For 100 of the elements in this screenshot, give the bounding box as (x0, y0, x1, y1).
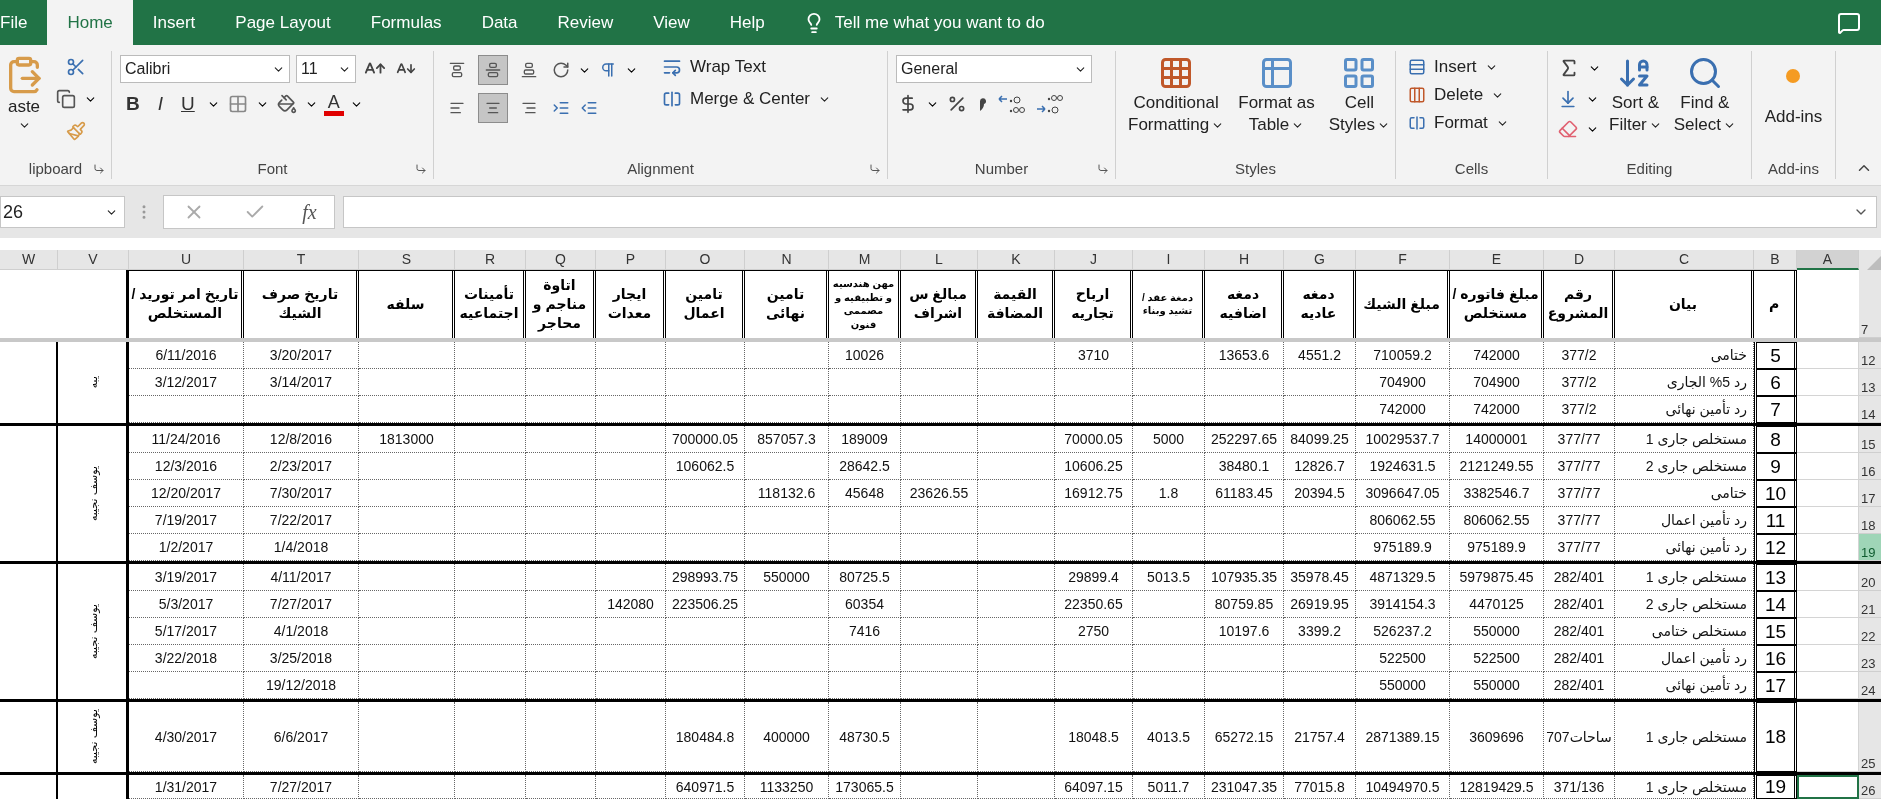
horizontal-align-button[interactable] (478, 93, 508, 123)
empty-cell (596, 645, 666, 672)
column-header[interactable]: I (1133, 250, 1205, 270)
ribbon-tab[interactable]: Review (537, 0, 634, 45)
formula-input[interactable] (343, 196, 1877, 228)
column-header[interactable]: W (0, 250, 58, 270)
column-header[interactable]: L (901, 250, 978, 270)
dialog-launcher-icon[interactable] (1097, 163, 1109, 175)
insert-button[interactable]: Insert (1404, 55, 1513, 79)
row-index-cell: 12 (1754, 534, 1797, 561)
row-number[interactable]: 20 (1859, 564, 1881, 591)
table-cell: 5/3/2017 (129, 591, 244, 618)
column-header[interactable]: S (359, 250, 455, 270)
row-number[interactable]: 21 (1859, 591, 1881, 618)
ribbon-tab[interactable]: File (0, 0, 48, 45)
column-header[interactable]: K (978, 250, 1055, 270)
row-number[interactable]: 26 (1859, 775, 1881, 799)
column-header[interactable]: Q (526, 250, 596, 270)
row-number[interactable]: 23 (1859, 645, 1881, 672)
empty-cell (455, 507, 526, 534)
column-header[interactable]: D (1544, 250, 1615, 270)
column-header[interactable]: H (1205, 250, 1284, 270)
font-color-button[interactable]: A (323, 92, 344, 116)
column-header[interactable]: R (455, 250, 526, 270)
dialog-launcher-icon[interactable] (415, 163, 427, 175)
column-header[interactable]: T (244, 250, 359, 270)
table-cell: 118132.6 (745, 480, 829, 507)
row-number[interactable]: 14 (1859, 396, 1881, 423)
dialog-launcher-icon[interactable] (869, 163, 881, 175)
wrap-text-button[interactable]: Wrap Text (658, 55, 835, 79)
column-header[interactable]: V (58, 250, 129, 270)
delete-button[interactable]: Delete (1404, 83, 1513, 107)
vertical-align-button[interactable] (478, 55, 508, 85)
ribbon-tab[interactable]: View (633, 0, 710, 45)
ribbon-tab[interactable]: Home (47, 0, 133, 45)
table-cell: 806062.55 (1450, 507, 1544, 534)
active-cell[interactable] (1797, 775, 1859, 799)
name-box[interactable]: 26 (0, 196, 125, 228)
row-number[interactable]: 7 (1859, 269, 1881, 338)
column-header[interactable]: P (596, 250, 666, 270)
find-select-button[interactable]: Find & Select (1669, 55, 1741, 136)
table-cell: 377/77 (1544, 480, 1615, 507)
row-number[interactable]: 17 (1859, 480, 1881, 507)
insert-function-button[interactable]: fx (302, 200, 317, 224)
ribbon-tab[interactable]: Formulas (350, 0, 462, 45)
row-number[interactable]: 24 (1859, 672, 1881, 699)
column-header[interactable]: M (829, 250, 901, 270)
row-number[interactable]: 19 (1859, 534, 1881, 561)
table-cell: مستخلص جارى 1 (1615, 426, 1754, 453)
cell-styles-button[interactable]: Cell Styles (1324, 55, 1395, 136)
ribbon-tab[interactable]: Data (461, 0, 538, 45)
format-button[interactable]: Format (1404, 111, 1513, 135)
conditional-formatting-button[interactable]: Conditional Formatting (1124, 55, 1229, 136)
tell-me-search[interactable]: Tell me what you want to do (784, 0, 1063, 45)
column-header[interactable]: O (666, 250, 745, 270)
row-number[interactable]: 15 (1859, 426, 1881, 453)
font-name-field[interactable]: Calibri (120, 55, 290, 83)
column-header[interactable]: G (1284, 250, 1356, 270)
empty-cell (1133, 672, 1205, 699)
empty-cell (455, 534, 526, 561)
ribbon-tab[interactable]: Help (709, 0, 785, 45)
dialog-launcher-icon[interactable] (93, 163, 105, 175)
ribbon-tab[interactable]: Insert (132, 0, 216, 45)
empty-cell (455, 618, 526, 645)
row-number[interactable]: 18 (1859, 507, 1881, 534)
row-number[interactable]: 16 (1859, 453, 1881, 480)
row-number[interactable]: 13 (1859, 369, 1881, 396)
merge-center-button[interactable]: Merge & Center (658, 87, 835, 111)
underline-button[interactable]: U (175, 91, 201, 117)
column-header[interactable]: B (1754, 250, 1797, 270)
format-as-table-button[interactable]: Format as Table (1234, 55, 1319, 136)
row-number[interactable]: 25 (1859, 702, 1881, 772)
column-header[interactable]: A (1797, 250, 1859, 270)
column-header[interactable]: J (1055, 250, 1133, 270)
table-cell: 12819429.5 (1450, 775, 1544, 799)
column-header[interactable]: U (129, 250, 244, 270)
paste-button[interactable]: aste (0, 55, 48, 133)
ribbon-tab[interactable]: Page Layout (215, 0, 351, 45)
column-title: تأمينات اجتماعيه (455, 269, 526, 338)
column-header[interactable]: E (1450, 250, 1544, 270)
column-title: القيمة المضافة (978, 269, 1055, 338)
column-header[interactable]: C (1615, 250, 1754, 270)
sort-filter-button[interactable]: Sort & Filter (1605, 55, 1666, 136)
column-title: تامين اعمال (666, 269, 745, 338)
table-cell: 22350.65 (1055, 591, 1133, 618)
row-number[interactable]: 12 (1859, 342, 1881, 369)
row-number[interactable]: 22 (1859, 618, 1881, 645)
empty-cell (455, 480, 526, 507)
add-ins-button[interactable]: Add-ins (1760, 55, 1827, 128)
number-format-field[interactable]: General (896, 55, 1092, 83)
column-header[interactable]: N (745, 250, 829, 270)
rows-icon (1408, 58, 1426, 76)
row-index-cell: 5 (1754, 342, 1797, 369)
italic-button[interactable]: I (151, 91, 169, 117)
empty-cell (1133, 534, 1205, 561)
copy-icon[interactable] (54, 87, 78, 111)
column-header[interactable]: F (1356, 250, 1450, 270)
table-cell: 377/77 (1544, 534, 1615, 561)
font-size-field[interactable]: 11 (296, 55, 356, 83)
bold-button[interactable]: B (120, 91, 146, 117)
